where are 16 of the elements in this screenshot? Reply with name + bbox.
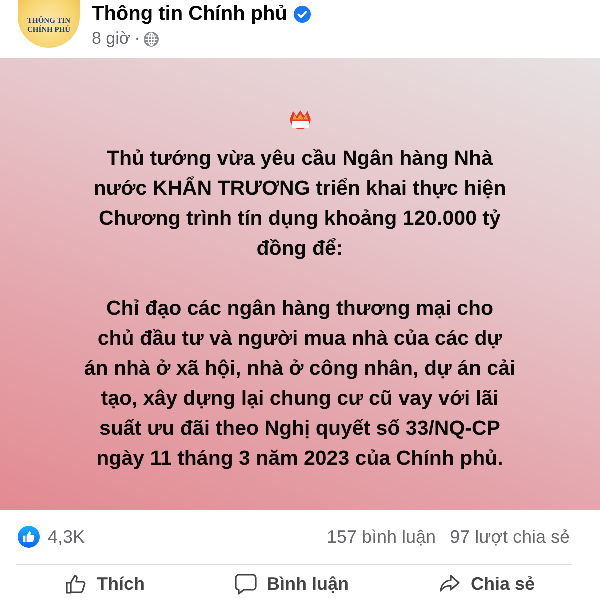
like-button[interactable]: Thích xyxy=(52,570,157,598)
separator-dot: · xyxy=(134,29,140,49)
post-time[interactable]: 8 giờ xyxy=(92,29,131,49)
reaction-count[interactable]: 4,3K xyxy=(48,526,86,548)
globe-icon xyxy=(144,32,160,46)
post-paragraph: Thủ tướng vừa yêu cầu Ngân hàng Nhà nước KHẨN TRƯƠNG triển khai thực hiện Chương trình tín dụng khoảng 120.000 tỷ đồng để: xyxy=(94,146,506,262)
like-reaction-icon xyxy=(18,526,40,548)
comment-count[interactable]: 157 bình luận xyxy=(326,526,436,548)
page-name[interactable]: Thông tin Chính phủ xyxy=(92,2,288,26)
share-count[interactable]: 97 lượt chia sẻ xyxy=(450,526,570,548)
thumbs-up-icon xyxy=(64,573,87,595)
post-paragraph: Chỉ đạo các ngân hàng thương mại cho chủ đầu tư và người mua nhà của các dự án nhà ở xã hội, nhà ở công nhân, dự án cải tạo, xây dựng lại chung cư cũ vay với lãi suất ưu đãi theo Nghị quyết số 33/NQ-CP ngày 11 tháng 3 năm 2023 của Chính phủ. xyxy=(84,296,516,472)
comment-button[interactable]: Bình luận xyxy=(222,570,361,598)
share-arrow-icon xyxy=(438,573,461,595)
speech-bubble-icon xyxy=(234,573,257,595)
share-button[interactable]: Chia sẻ xyxy=(426,570,547,598)
